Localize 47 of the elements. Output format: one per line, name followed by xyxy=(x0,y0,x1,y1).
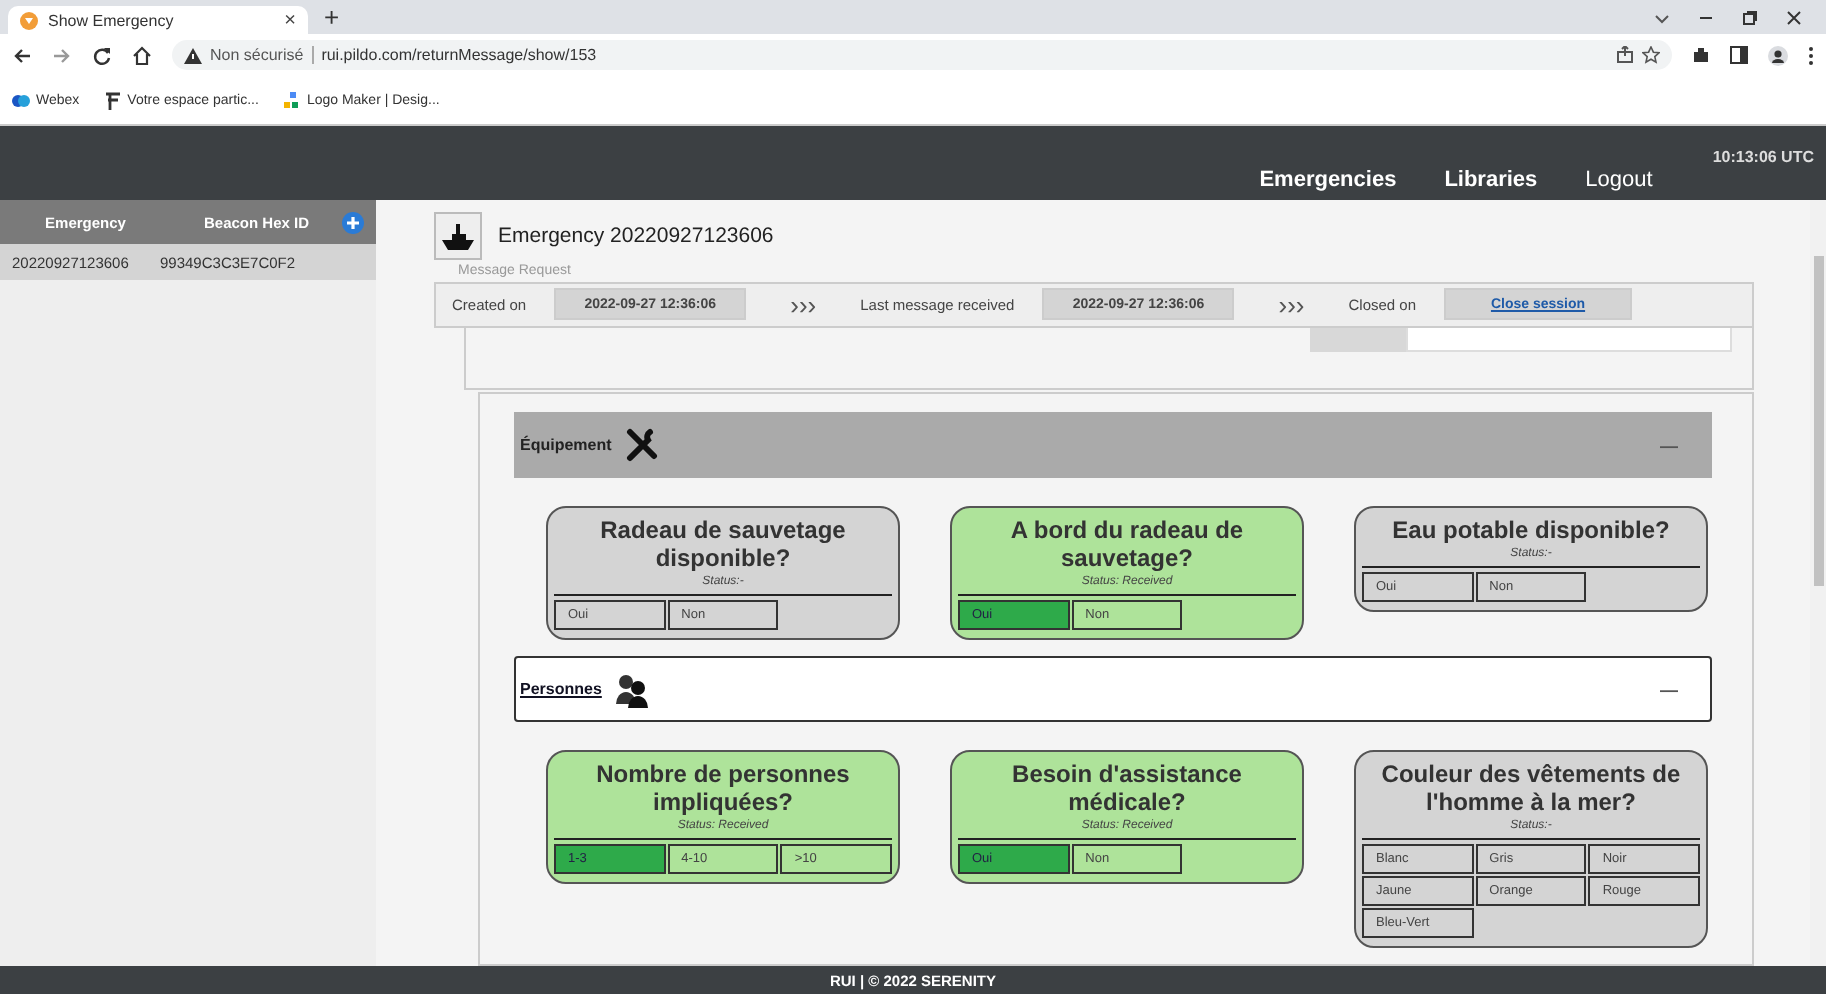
question-text: Radeau de sauvetage disponible? xyxy=(598,516,848,572)
chevrons-text: ››› xyxy=(790,289,817,320)
profile-icon[interactable] xyxy=(1768,45,1788,65)
clock-text: 10:13:06 UTC xyxy=(1712,148,1814,166)
chevron-down-icon[interactable] xyxy=(1654,9,1670,25)
chevrons-text: ››› xyxy=(1278,289,1305,320)
close-icon[interactable] xyxy=(1786,9,1802,25)
section-title: Personnes xyxy=(520,680,602,698)
share-icon[interactable] xyxy=(1616,46,1634,64)
webex-bookmark-icon xyxy=(12,91,30,109)
restore-icon[interactable] xyxy=(1742,9,1758,25)
nav-link[interactable]: Libraries xyxy=(1444,168,1538,192)
question-text: Nombre de personnes impliquées? xyxy=(594,760,852,816)
question-text: Couleur des vêtements de l'homme à la mer? xyxy=(1379,760,1683,816)
section-header[interactable]: Équipement — xyxy=(514,412,1712,478)
url-text: rui.pildo.com/returnMessage/show/153 xyxy=(321,46,597,64)
question-text: Eau potable disponible? xyxy=(1390,516,1672,544)
back-icon[interactable] xyxy=(12,45,32,65)
question-text: A bord du radeau de sauvetage? xyxy=(1008,516,1246,572)
puzzle-icon[interactable] xyxy=(1692,46,1710,64)
section-header[interactable]: Personnes — xyxy=(514,656,1712,722)
more-menu-icon[interactable] xyxy=(1808,45,1814,65)
squares-bookmark-icon xyxy=(282,91,301,109)
ship-drawing xyxy=(440,220,476,252)
people-icon xyxy=(613,671,650,707)
tab-title: Show Emergency xyxy=(48,11,176,29)
reload-icon[interactable] xyxy=(92,45,112,65)
home-icon[interactable] xyxy=(132,45,152,65)
star-icon[interactable] xyxy=(1642,46,1660,64)
collapse-button[interactable]: — xyxy=(1648,677,1690,701)
close-tab-button[interactable]: × xyxy=(284,9,296,31)
add-icon[interactable] xyxy=(342,211,364,233)
browser-tab[interactable]: Show Emergency × xyxy=(8,6,308,34)
address-bar[interactable]: Non sécurisé rui.pildo.com/returnMessage/show/153 xyxy=(172,40,1672,70)
tools-icon xyxy=(623,427,660,463)
nav-link[interactable]: Logout xyxy=(1585,168,1653,192)
emergency-title: Emergency 20220927123606 xyxy=(498,224,774,248)
app-favicon-icon xyxy=(20,11,38,29)
nav-link[interactable]: Emergencies xyxy=(1259,168,1397,192)
letter-bookmark-icon xyxy=(103,91,122,109)
section-title: Équipement xyxy=(520,436,612,454)
warning-icon xyxy=(184,47,202,63)
forward-icon[interactable] xyxy=(52,45,72,65)
security-label: Non sécurisé xyxy=(210,46,304,64)
new-tab-button[interactable]: + xyxy=(324,2,340,32)
side-panel-icon[interactable] xyxy=(1730,46,1748,64)
question-text: Besoin d'assistance médicale? xyxy=(1010,760,1244,816)
